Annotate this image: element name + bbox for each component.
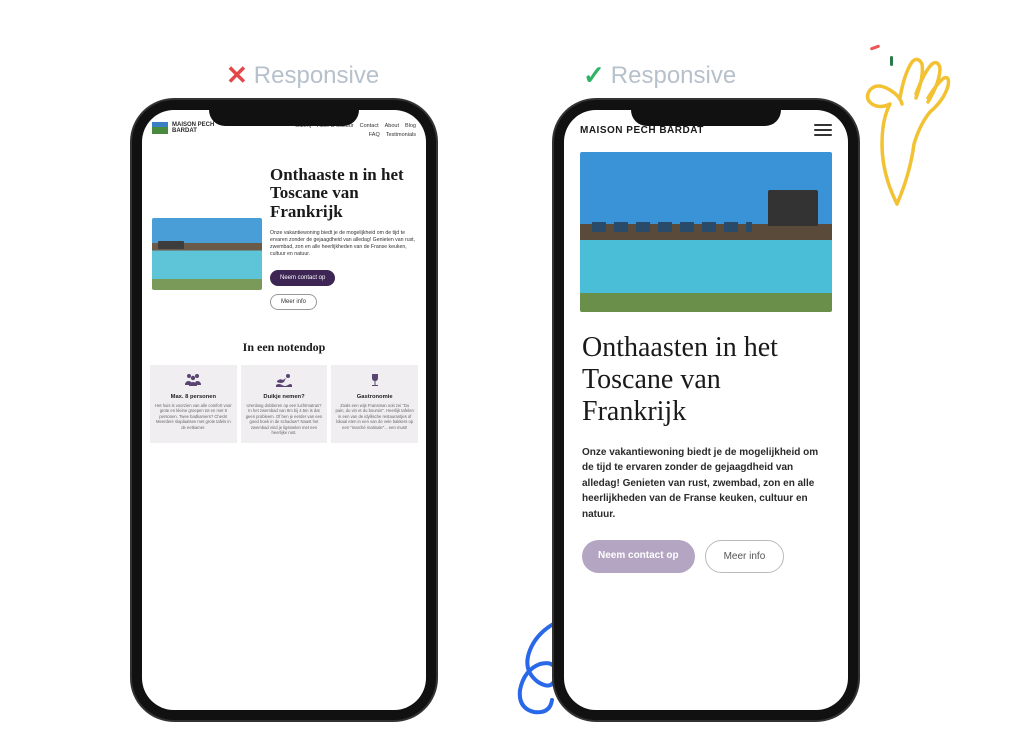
contact-button[interactable]: Neem contact op xyxy=(582,540,695,573)
hero-section: Onthaaste n in het Toscane van Frankrijk… xyxy=(142,146,426,324)
card-body: Zoals een wijs Fransman ooit zei "Du pai… xyxy=(335,403,414,430)
hero-image xyxy=(580,152,832,312)
feature-card: Duikje nemen? Urenlang dobberen op een l… xyxy=(241,365,328,444)
card-body: Urenlang dobberen op een luchtmatras? In… xyxy=(245,403,324,436)
check-icon: ✓ xyxy=(583,60,605,91)
contact-button[interactable]: Neem contact op xyxy=(270,270,335,286)
phone-screen-right: MAISON PECH BARDAT Onthaasten in het Tos… xyxy=(564,110,848,710)
logo-icon xyxy=(152,122,168,134)
phone-notch xyxy=(631,100,781,126)
card-body: Het huis is voorzien van alle comfort vo… xyxy=(154,403,233,430)
phone-mockup-right: MAISON PECH BARDAT Onthaasten in het Tos… xyxy=(554,100,858,720)
people-icon xyxy=(154,373,233,390)
phone-screen-left: MAISON PECH BARDAT Galerij Actie & Cultu… xyxy=(142,110,426,710)
hero-title: Onthaasten in het Toscane van Frankrijk xyxy=(582,332,830,429)
label-right-text: Responsive xyxy=(611,62,736,90)
cross-icon: ✕ xyxy=(226,60,248,91)
label-responsive: ✓ Responsive xyxy=(583,60,736,91)
hero-body: Onze vakantiewoning biedt je de mogelijk… xyxy=(270,230,416,258)
feature-cards: Max. 8 personen Het huis is voorzien van… xyxy=(142,365,426,444)
card-title: Max. 8 personen xyxy=(154,394,233,400)
hero-title: Onthaaste n in het Toscane van Frankrijk xyxy=(270,166,416,222)
more-info-button[interactable]: Meer info xyxy=(270,294,317,310)
wine-glass-icon xyxy=(335,373,414,390)
nav-link[interactable]: About xyxy=(385,122,399,131)
swimmer-icon xyxy=(245,373,324,390)
nav-link[interactable]: Contact xyxy=(360,122,379,131)
hero-image xyxy=(152,218,262,290)
logo-text: MAISON PECH BARDAT xyxy=(172,122,214,134)
nav-link[interactable]: FAQ xyxy=(369,131,380,140)
hero-section: Onthaasten in het Toscane van Frankrijk … xyxy=(564,312,848,573)
nav-link[interactable]: Blog xyxy=(405,122,416,131)
phone-notch xyxy=(209,100,359,126)
nav-link[interactable]: Testimonials xyxy=(386,131,416,140)
hero-body: Onze vakantiewoning biedt je de mogelijk… xyxy=(582,445,830,523)
ok-hand-doodle-icon xyxy=(842,54,952,214)
label-not-responsive: ✕ Responsive xyxy=(226,60,379,91)
spark-icon xyxy=(870,44,880,50)
section-title: In een notendop xyxy=(142,340,426,355)
more-info-button[interactable]: Meer info xyxy=(705,540,785,573)
card-title: Gastronomie xyxy=(335,394,414,400)
hamburger-menu-icon[interactable] xyxy=(814,124,832,136)
site-logo[interactable]: MAISON PECH BARDAT xyxy=(152,122,214,134)
feature-card: Gastronomie Zoals een wijs Fransman ooit… xyxy=(331,365,418,444)
card-title: Duikje nemen? xyxy=(245,394,324,400)
label-left-text: Responsive xyxy=(254,62,379,90)
site-logo[interactable]: MAISON PECH BARDAT xyxy=(580,125,704,136)
feature-card: Max. 8 personen Het huis is voorzien van… xyxy=(150,365,237,444)
phone-mockup-left: MAISON PECH BARDAT Galerij Actie & Cultu… xyxy=(132,100,436,720)
